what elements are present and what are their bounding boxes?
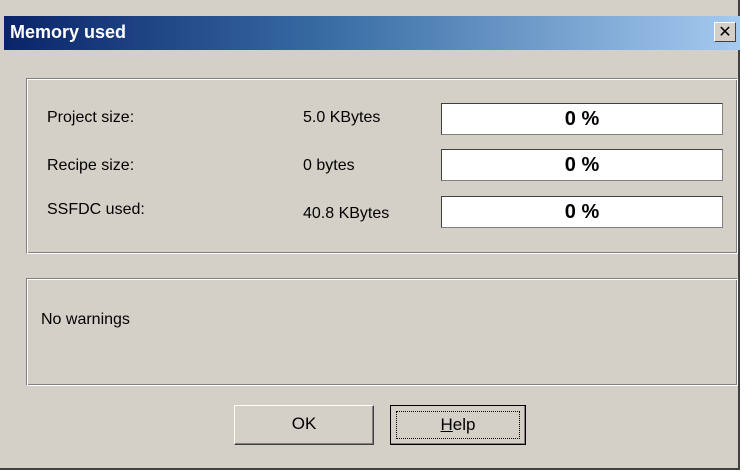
- memory-usage-group: Project size: 5.0 KBytes 0 % Recipe size…: [26, 78, 738, 254]
- project-size-progress-bar: 0 %: [441, 103, 723, 135]
- ssfdc-used-label: SSFDC used:: [47, 201, 145, 218]
- recipe-size-label: Recipe size:: [47, 157, 135, 174]
- close-icon: ✕: [718, 22, 732, 41]
- close-button[interactable]: ✕: [714, 22, 736, 42]
- project-size-percent: 0 %: [564, 108, 600, 130]
- help-button-mnemonic: H: [440, 415, 453, 434]
- memory-used-dialog: Memory used ✕ Project size: 5.0 KBytes 0…: [0, 0, 740, 470]
- warnings-text: No warnings: [41, 311, 130, 328]
- help-button[interactable]: Help: [390, 405, 526, 445]
- help-button-label: elp: [452, 415, 476, 434]
- recipe-size-percent: 0 %: [564, 154, 600, 176]
- ok-button[interactable]: OK: [234, 405, 374, 445]
- window-title: Memory used: [10, 22, 127, 42]
- recipe-size-progress-bar: 0 %: [441, 149, 723, 181]
- ok-button-label: OK: [291, 414, 317, 433]
- project-size-label: Project size:: [47, 109, 135, 126]
- warnings-group: No warnings: [26, 278, 738, 386]
- ssfdc-used-progress-bar: 0 %: [441, 196, 723, 228]
- recipe-size-value: 0 bytes: [303, 157, 355, 174]
- ssfdc-used-percent: 0 %: [564, 201, 600, 223]
- project-size-value: 5.0 KBytes: [303, 109, 381, 126]
- title-bar[interactable]: Memory used ✕: [4, 16, 740, 50]
- ssfdc-used-value: 40.8 KBytes: [303, 205, 390, 222]
- help-button-focus-ring: Help: [396, 411, 520, 439]
